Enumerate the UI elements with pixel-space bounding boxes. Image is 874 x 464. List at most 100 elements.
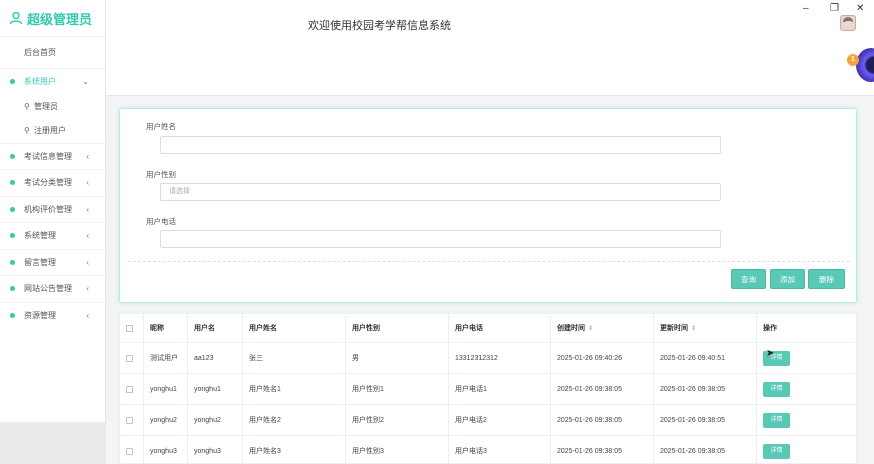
cell-realname: 张三: [243, 343, 346, 373]
chevron-left-icon: ‹: [86, 310, 89, 320]
bullet-icon: [10, 259, 15, 265]
avatar[interactable]: [840, 15, 856, 31]
table-row: 测试用户 aa123 张三 男 13312312312 2025-01-26 0…: [120, 343, 856, 374]
cell-gender: 用户性别2: [346, 405, 449, 435]
sort-icon[interactable]: ⇕: [691, 325, 696, 332]
user-outline-icon: ⚲: [24, 102, 30, 111]
delete-button[interactable]: 删除: [808, 269, 845, 289]
minimize-icon[interactable]: –: [803, 3, 809, 14]
table-row: yonghu1 yonghu1 用户姓名1 用户性别1 用户电话1 2025-0…: [120, 374, 856, 405]
chevron-left-icon: ‹: [86, 151, 89, 161]
gender-label: 用户性别: [146, 170, 176, 179]
detail-button[interactable]: 详情: [763, 381, 790, 397]
avatar-face: [844, 21, 853, 29]
users-table: 昵称 用户名 用户姓名 用户性别 用户电话 创建时间 ⇕ 更新时间 ⇕ 操作 测试用…: [119, 313, 857, 464]
sidebar-item-home[interactable]: 后台首页: [0, 36, 105, 68]
phone-input[interactable]: [160, 230, 721, 248]
select-all-checkbox[interactable]: [126, 324, 133, 332]
cell-realname: 用户姓名3: [243, 436, 346, 463]
sidebar-item-resources[interactable]: 资源管理 ‹: [0, 301, 105, 329]
cell-updated: 2025-01-26 09:38:05: [654, 405, 757, 435]
name-label: 用户姓名: [146, 122, 176, 131]
sidebar-item-label: 考试信息管理: [24, 151, 72, 161]
cell-gender: 男: [346, 343, 449, 373]
add-button[interactable]: 添加: [770, 269, 805, 289]
cell-phone: 用户电话1: [449, 374, 551, 404]
sidebar-footer: [0, 422, 106, 464]
sidebar-item-label: 管理员: [34, 102, 58, 111]
mouse-cursor-icon: ➤: [766, 348, 775, 359]
cell-nickname: 测试用户: [144, 343, 188, 373]
cell-updated: 2025-01-26 09:38:05: [654, 374, 757, 404]
query-button[interactable]: 查询: [731, 269, 766, 289]
cell-updated: 2025-01-26 09:40:51: [654, 343, 757, 373]
row-checkbox[interactable]: [126, 416, 133, 424]
detail-button[interactable]: 详情: [763, 443, 790, 459]
sidebar-item-institution-review[interactable]: 机构评价管理 ‹: [0, 195, 105, 223]
search-panel: 用户姓名 用户性别 请选择 用户电话 查询 添加 删除: [119, 108, 857, 303]
sidebar-subitem-registered-users[interactable]: ⚲ 注册用户: [0, 119, 105, 143]
notification-badge[interactable]: 1: [847, 54, 859, 66]
sidebar-item-exam-category[interactable]: 考试分类管理 ‹: [0, 169, 105, 196]
header: 欢迎使用校园考学帮信息系统 – ❐ ✕ 1: [106, 0, 874, 96]
table-header: 昵称 用户名 用户姓名 用户性别 用户电话 创建时间 ⇕ 更新时间 ⇕ 操作: [120, 314, 856, 343]
bullet-icon: [10, 153, 15, 159]
restore-icon[interactable]: ❐: [830, 3, 839, 14]
close-icon[interactable]: ✕: [856, 3, 864, 14]
cell-created: 2025-01-26 09:40:26: [551, 343, 654, 373]
cell-created: 2025-01-26 09:38:05: [551, 436, 654, 463]
cell-phone: 用户电话2: [449, 405, 551, 435]
gender-select[interactable]: 请选择: [160, 183, 721, 201]
column-header-sortable[interactable]: 创建时间 ⇕: [551, 314, 654, 342]
divider: [128, 261, 850, 262]
sidebar-item-label: 留言管理: [24, 257, 56, 267]
cell-gender: 用户性别1: [346, 374, 449, 404]
cell-username: yonghu3: [188, 436, 243, 463]
chevron-left-icon: ‹: [86, 257, 89, 267]
bullet-icon: [10, 312, 15, 318]
cell-username: aa123: [188, 343, 243, 373]
sidebar-item-messages[interactable]: 留言管理 ‹: [0, 248, 105, 276]
cell-username: yonghu1: [188, 374, 243, 404]
cell-nickname: yonghu1: [144, 374, 188, 404]
bullet-icon: [10, 180, 15, 186]
action-cell: 详情: [757, 436, 856, 463]
sidebar-item-label: 网站公告管理: [24, 284, 72, 294]
column-header-sortable[interactable]: 更新时间 ⇕: [654, 314, 757, 342]
row-checkbox[interactable]: [126, 385, 133, 393]
chevron-down-icon: ⌄: [82, 77, 89, 87]
cell-nickname: yonghu3: [144, 436, 188, 463]
sidebar-item-system-management[interactable]: 系统管理 ‹: [0, 222, 105, 249]
cell-realname: 用户姓名1: [243, 374, 346, 404]
sidebar-item-announcements[interactable]: 网站公告管理 ‹: [0, 275, 105, 302]
sidebar-item-label: 后台首页: [24, 48, 56, 57]
user-icon: [9, 11, 23, 25]
cell-created: 2025-01-26 09:38:05: [551, 405, 654, 435]
detail-button[interactable]: 详情: [763, 412, 790, 428]
checkbox-cell: [120, 436, 144, 463]
sidebar-item-label: 系统管理: [24, 231, 56, 241]
sidebar-item-label: 注册用户: [34, 126, 66, 135]
action-cell: 详情: [757, 405, 856, 435]
column-header: 用户姓名: [243, 314, 346, 342]
sidebar-item-exam-info[interactable]: 考试信息管理 ‹: [0, 142, 105, 170]
column-header: 昵称: [144, 314, 188, 342]
checkbox-cell: [120, 374, 144, 404]
row-checkbox[interactable]: [126, 447, 133, 455]
assistant-orb-icon[interactable]: [856, 48, 874, 82]
column-header-label: 更新时间: [660, 325, 688, 332]
brand: 超级管理员: [0, 0, 105, 36]
cell-created: 2025-01-26 09:38:05: [551, 374, 654, 404]
row-checkbox[interactable]: [126, 354, 133, 362]
sidebar-item-system-users[interactable]: 系统用户 ⌄: [0, 68, 105, 95]
sidebar-subitem-admin[interactable]: ⚲ 管理员: [0, 95, 105, 119]
action-cell: 详情: [757, 374, 856, 404]
column-header: 用户名: [188, 314, 243, 342]
bullet-icon: [10, 233, 15, 239]
sort-icon[interactable]: ⇕: [588, 325, 593, 332]
page-title: 欢迎使用校园考学帮信息系统: [308, 20, 451, 32]
bullet-icon: [10, 206, 15, 212]
chevron-left-icon: ‹: [86, 231, 89, 241]
name-input[interactable]: [160, 136, 721, 154]
checkbox-cell: [120, 405, 144, 435]
